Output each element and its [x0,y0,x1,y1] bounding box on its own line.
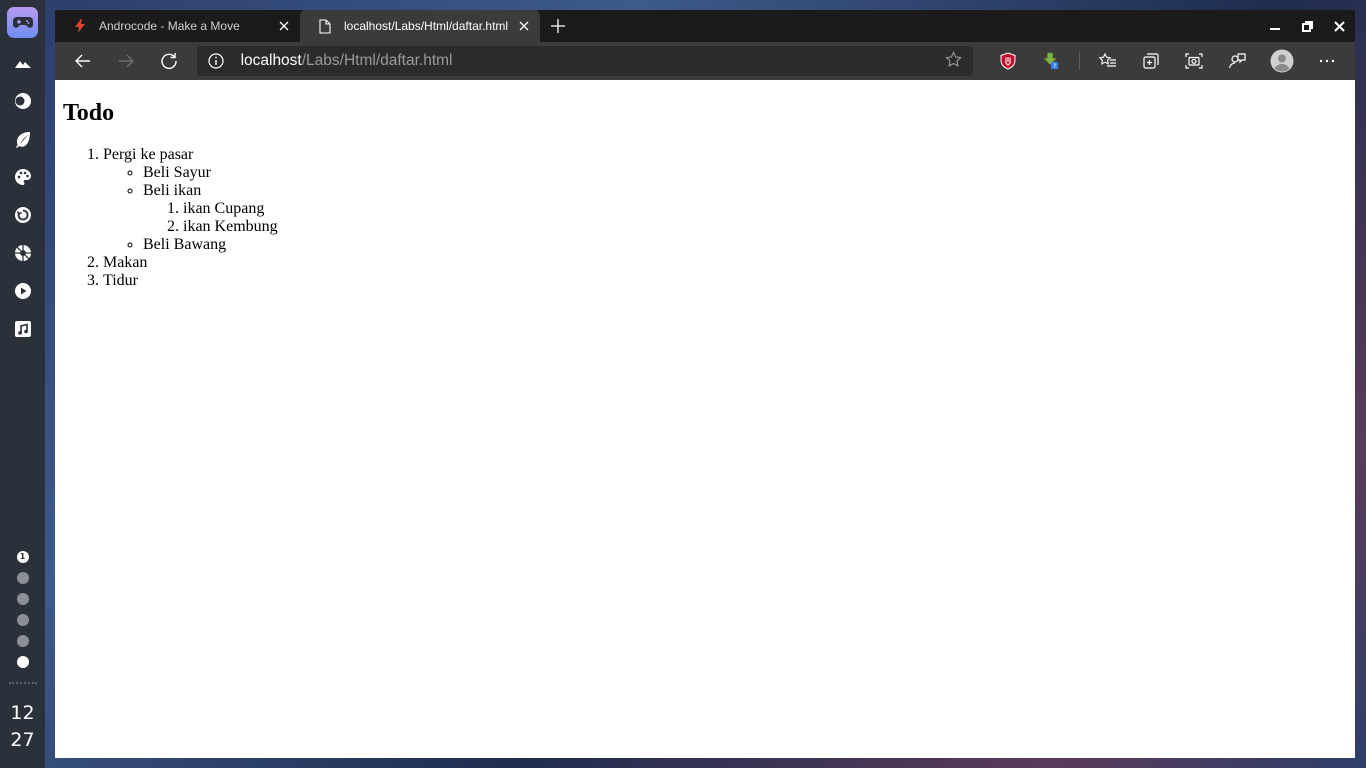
close-button[interactable] [1323,10,1355,42]
new-tab-button[interactable] [542,10,574,42]
window-controls [1259,10,1355,42]
aperture-icon[interactable] [0,234,45,272]
dock-divider [8,682,37,686]
toolbar: localhost/Labs/Html/daftar.html ? [55,42,1355,80]
list-item-label: ikan Kembung [183,218,278,235]
bolt-icon [73,18,87,34]
gamepad-icon[interactable] [7,7,38,38]
clock-minute: 27 [10,729,35,751]
page-icon [318,18,332,34]
tab-daftar[interactable]: localhost/Labs/Html/daftar.html [300,10,540,42]
more-menu-icon[interactable] [1306,45,1349,77]
close-icon[interactable] [276,18,292,34]
list-item-label: Beli Sayur [143,164,211,181]
palette-icon[interactable] [0,158,45,196]
list-item: ikan Kembung [183,218,1347,236]
workspace-indicator[interactable] [16,592,29,605]
workspace-indicator[interactable] [16,655,29,668]
dock: 1 12 27 [0,0,45,768]
collections-icon[interactable] [1129,45,1172,77]
toolbar-divider [1078,52,1080,70]
page-content: Todo Pergi ke pasar Beli Sayur Beli ikan… [55,80,1355,758]
list-item: ikan Cupang [183,200,1347,218]
list-item: Tidur [103,272,1347,290]
todo-list: Pergi ke pasar Beli Sayur Beli ikan ikan… [63,146,1347,290]
url-text: localhost/Labs/Html/daftar.html [241,52,945,70]
profile-avatar[interactable] [1259,45,1306,77]
workspace-indicator[interactable] [16,571,29,584]
list-item-label: Tidur [103,272,138,289]
mountain-icon[interactable] [0,44,45,82]
tab-title: localhost/Labs/Html/daftar.html [344,19,509,33]
list-item-label: Makan [103,254,148,271]
list-item: Makan [103,254,1347,272]
leaf-icon[interactable] [0,120,45,158]
refresh-icon[interactable] [0,196,45,234]
list-item-label: Pergi ke pasar [103,146,194,163]
browser-window: Androcode - Make a Move localhost/Labs/H… [55,10,1355,758]
music-icon[interactable] [0,310,45,348]
tab-bar: Androcode - Make a Move localhost/Labs/H… [55,10,1355,42]
toggle-icon[interactable] [0,82,45,120]
list-item-label: Beli ikan [143,182,202,199]
list-item: Beli ikan ikan Cupang ikan Kembung [143,182,1347,236]
list-item: Beli Bawang [143,236,1347,254]
svg-text:?: ? [1053,63,1056,70]
tab-title: Androcode - Make a Move [99,19,240,33]
close-icon[interactable] [516,18,532,34]
sub-sub-list: ikan Cupang ikan Kembung [143,200,1347,236]
minimize-button[interactable] [1259,10,1291,42]
star-icon[interactable] [944,50,963,72]
tab-androcode[interactable]: Androcode - Make a Move [55,10,300,42]
address-bar[interactable]: localhost/Labs/Html/daftar.html [196,46,973,76]
download-icon[interactable]: ? [1030,45,1073,77]
workspace-indicator[interactable] [16,613,29,626]
list-item-label: ikan Cupang [183,200,265,217]
list-item: Beli Sayur [143,164,1347,182]
workspace-indicator[interactable] [16,634,29,647]
url-host: localhost [240,52,302,69]
screenshot-icon[interactable] [1172,45,1215,77]
list-item: Pergi ke pasar Beli Sayur Beli ikan ikan… [103,146,1347,254]
feedback-icon[interactable] [1215,45,1258,77]
page-title: Todo [63,100,115,126]
workspace-indicator[interactable]: 1 [16,550,29,563]
play-icon[interactable] [0,272,45,310]
clock: 12 27 [10,700,34,754]
info-icon[interactable] [207,52,225,70]
sub-list: Beli Sayur Beli ikan ikan Cupang ikan Ke… [103,164,1347,254]
shield-icon[interactable] [987,45,1030,77]
list-item-label: Beli Bawang [143,236,227,253]
url-path: /Labs/Html/daftar.html [301,52,453,69]
forward-button[interactable] [104,45,147,77]
back-button[interactable] [61,45,104,77]
favorites-icon[interactable] [1086,45,1129,77]
restore-button[interactable] [1291,10,1323,42]
clock-hour: 12 [10,702,35,724]
reload-button[interactable] [147,45,190,77]
